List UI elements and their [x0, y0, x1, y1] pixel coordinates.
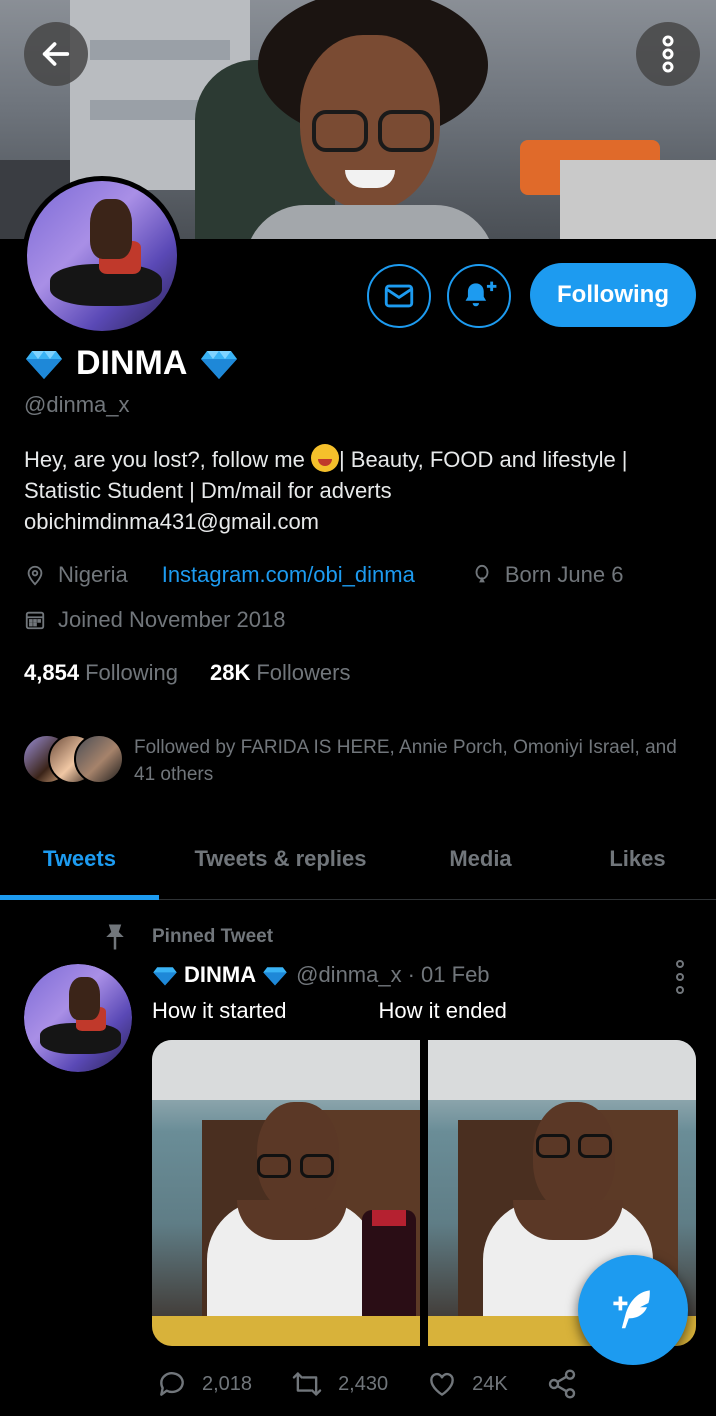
tweet-author-name[interactable]: DINMA: [184, 962, 256, 988]
tweet-author-handle: @dinma_x: [296, 962, 402, 987]
photo-ceiling: [152, 1040, 420, 1100]
profile-avatar[interactable]: [22, 176, 182, 336]
photo-glasses-lens: [257, 1154, 291, 1178]
reply-icon: [160, 1372, 184, 1396]
avatar-image: [24, 964, 132, 1072]
followers-count-link[interactable]: 28K Followers: [210, 660, 351, 686]
retweet-count: 2,430: [338, 1372, 389, 1395]
share-button[interactable]: [546, 1368, 592, 1400]
profile-tabs: Tweets Tweets & replies Media Likes: [0, 818, 716, 900]
feather-plus-icon: [613, 1290, 650, 1329]
tab-tweets[interactable]: Tweets: [0, 818, 159, 900]
more-options-button[interactable]: [636, 22, 700, 86]
banner-glasses-lens: [312, 110, 368, 152]
tweet-author-avatar[interactable]: [24, 964, 132, 1072]
followers-label: Followers: [256, 660, 351, 685]
zany-face-emoji-icon: [310, 444, 339, 472]
display-name-text: DINMA: [76, 343, 188, 382]
birthday-text: Born June 6: [504, 562, 624, 587]
diamond-icon: [263, 967, 287, 986]
banner-building-detail: [90, 40, 230, 60]
followers-count: 28K: [210, 660, 251, 685]
followers-you-know-avatars: [22, 734, 126, 786]
balloon-icon: [475, 564, 489, 583]
tweet-actions: 2,018 2,430 24K: [156, 1368, 630, 1400]
followed-by-text: Followed by FARIDA IS HERE, Annie Porch,…: [134, 737, 677, 785]
dot: [676, 973, 684, 981]
heart-icon: [430, 1372, 454, 1396]
profile-handle: @dinma_x: [24, 392, 130, 417]
tweet-text: How it started How it ended: [152, 998, 507, 1024]
message-button[interactable]: [367, 264, 431, 328]
photo-food: [152, 1316, 420, 1346]
tweet-photo[interactable]: [152, 1040, 420, 1346]
bio-text-start: Hey, are you lost?, follow me: [24, 447, 311, 472]
reply-button[interactable]: 2,018: [156, 1368, 252, 1400]
photo-glasses-lens: [300, 1154, 334, 1178]
profile-meta-row: Nigeria Instagram.com/obi_dinma Born Jun…: [24, 562, 623, 588]
photo-glasses-lens: [578, 1134, 612, 1158]
followed-by[interactable]: Followed by FARIDA IS HERE, Annie Porch,…: [22, 734, 694, 788]
location-text: Nigeria: [58, 562, 128, 587]
calendar-icon: [25, 611, 45, 630]
photo-ceiling: [428, 1040, 696, 1100]
more-vertical-icon: [662, 35, 674, 73]
joined-text: Joined November 2018: [58, 607, 286, 632]
diamond-icon: [201, 351, 238, 379]
banner-glasses-lens: [378, 110, 434, 152]
notifications-button[interactable]: [447, 264, 511, 328]
tweet-date: · 01 Feb: [407, 962, 490, 987]
following-count: 4,854: [24, 660, 80, 685]
compose-tweet-button[interactable]: [578, 1255, 688, 1365]
avatar-figure-head: [90, 199, 132, 259]
following-button[interactable]: Following: [530, 263, 696, 327]
tab-likes[interactable]: Likes: [559, 818, 716, 899]
bell-plus-icon: [465, 281, 497, 307]
dot: [676, 986, 684, 994]
following-count-link[interactable]: 4,854 Following: [24, 660, 178, 686]
like-count: 24K: [472, 1372, 508, 1395]
mail-icon: [384, 284, 414, 308]
website-link[interactable]: Instagram.com/obi_dinma: [162, 562, 415, 588]
avatar: [74, 734, 124, 784]
reply-count: 2,018: [202, 1372, 253, 1395]
retweet-button[interactable]: 2,430: [290, 1368, 388, 1400]
tweet-text-right: How it ended: [378, 998, 507, 1023]
avatar-figure-head: [69, 976, 100, 1021]
tweet-header: DINMA @dinma_x · 01 Feb: [152, 962, 490, 988]
joined-row: Joined November 2018: [24, 607, 285, 633]
share-icon: [548, 1369, 575, 1399]
location-pin-icon: [27, 565, 43, 586]
diamond-icon: [26, 351, 62, 379]
tweet-more-button[interactable]: [670, 960, 690, 994]
banner-wall: [560, 160, 716, 239]
photo-bottle-cap: [372, 1210, 406, 1226]
tab-media[interactable]: Media: [402, 818, 559, 899]
tab-tweets-replies[interactable]: Tweets & replies: [159, 818, 402, 899]
pinned-tweet-label: Pinned Tweet: [100, 922, 273, 952]
retweet-icon: [292, 1372, 322, 1396]
tweet-text-left: How it started: [152, 998, 287, 1023]
photo-glasses-lens: [536, 1134, 570, 1158]
profile-bio: Hey, are you lost?, follow me | Beauty, …: [24, 444, 684, 537]
back-button[interactable]: [24, 22, 88, 86]
dot: [676, 960, 684, 968]
display-name: DINMA: [24, 340, 239, 386]
banner-person-shirt: [245, 205, 495, 239]
diamond-icon: [153, 967, 177, 986]
pinned-tweet-text: Pinned Tweet: [152, 926, 274, 947]
following-label: Following: [85, 660, 178, 685]
like-button[interactable]: 24K: [426, 1368, 508, 1400]
arrow-left-icon: [42, 42, 70, 66]
pin-icon: [106, 924, 124, 950]
follow-counts: 4,854 Following 28K Followers: [24, 660, 351, 686]
avatar-image: [27, 181, 177, 331]
